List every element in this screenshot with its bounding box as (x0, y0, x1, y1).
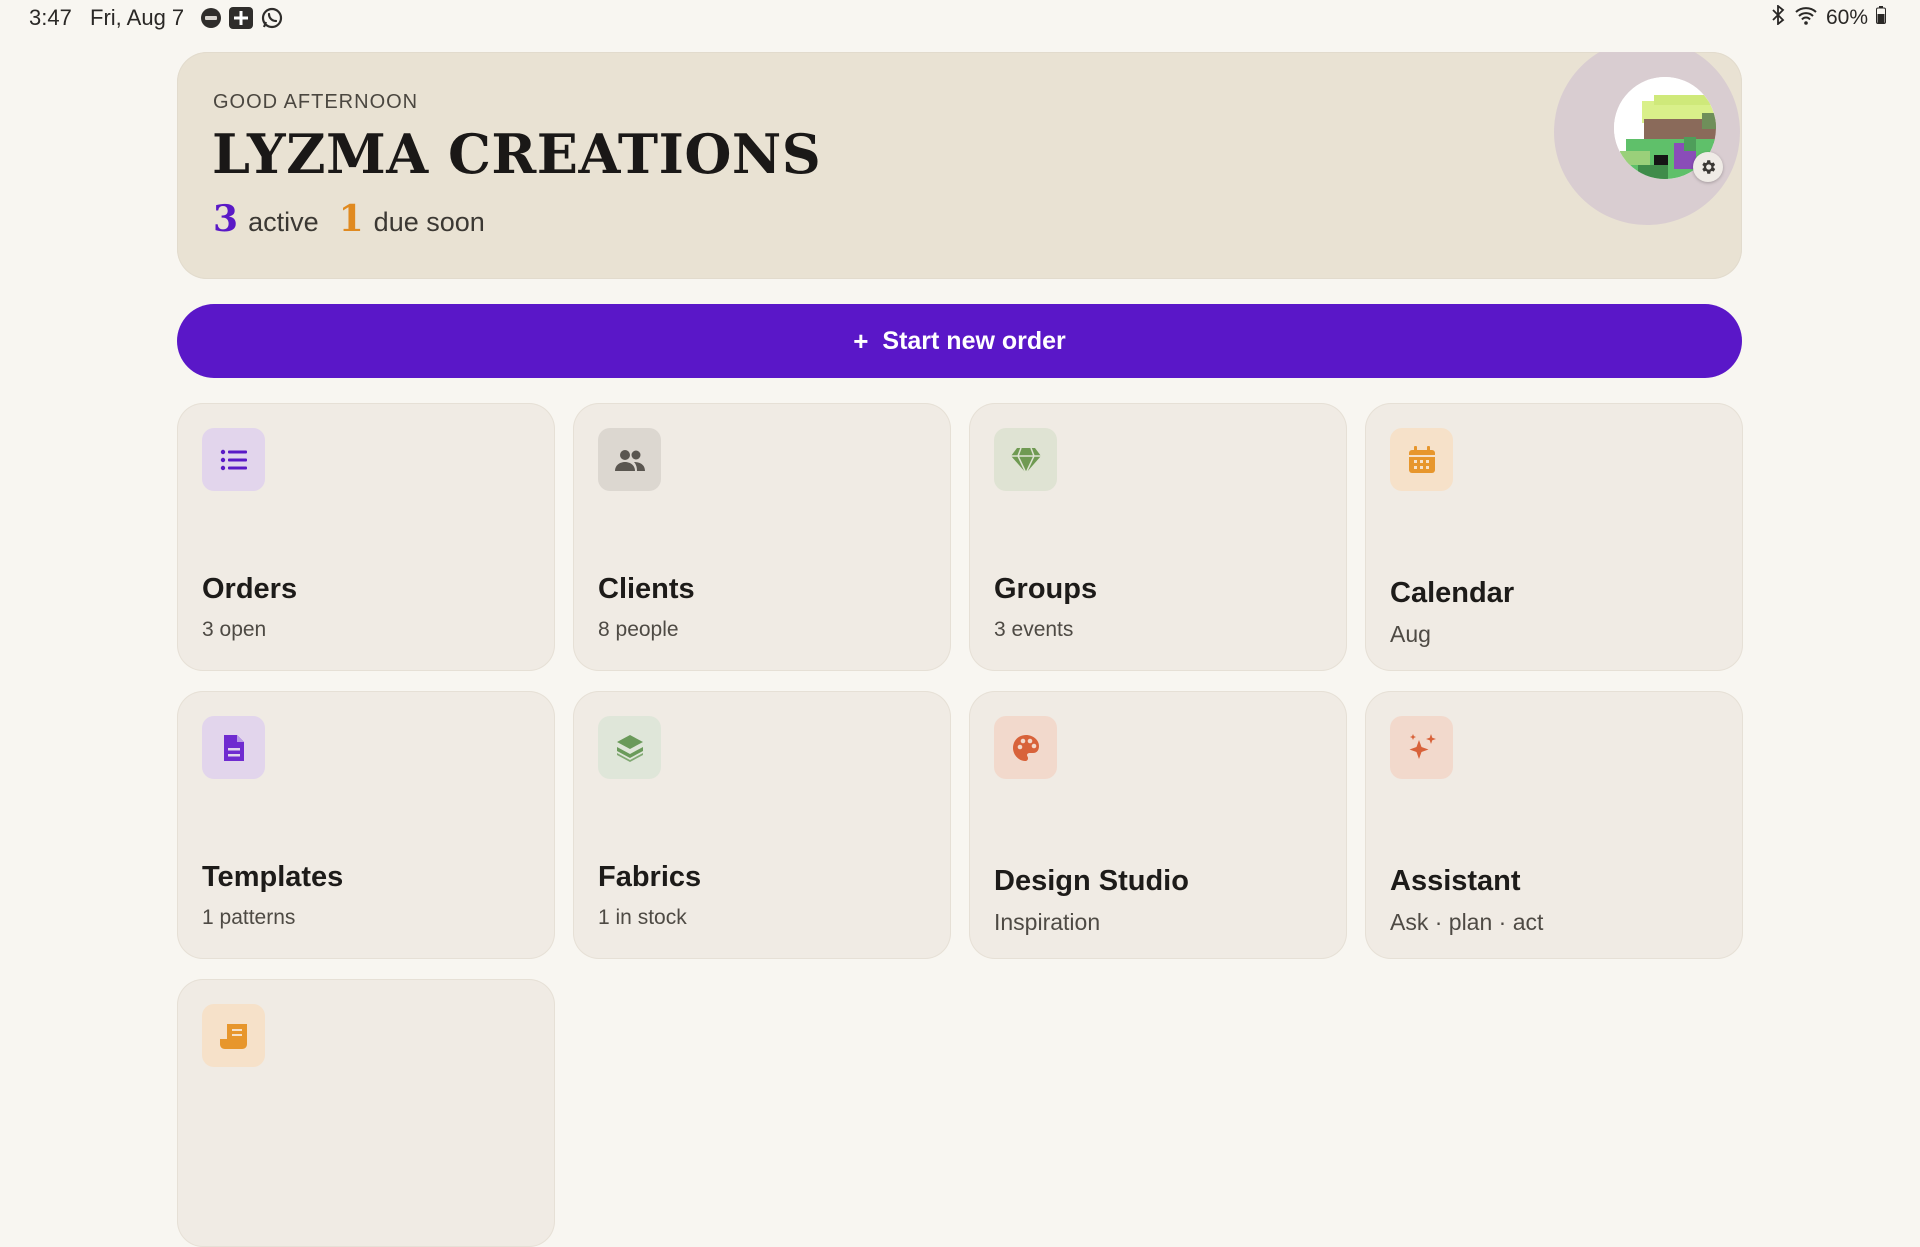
business-name: LYZMA CREATIONS (212, 122, 822, 186)
tile-subtitle: 8 people (598, 618, 679, 641)
wifi-icon (1794, 5, 1818, 31)
tile-subtitle: 3 open (202, 618, 267, 641)
start-new-order-label: Start new order (882, 326, 1066, 355)
tile-title: Orders (202, 573, 298, 605)
status-time: 3:47 (29, 5, 72, 30)
battery-percent: 60% (1825, 6, 1868, 29)
tile-subtitle: 1 in stock (598, 906, 687, 929)
tile-subtitle: Aug (1390, 621, 1431, 647)
tile-calendar[interactable]: Calendar Aug (1365, 403, 1743, 671)
tile-title: Fabrics (598, 861, 702, 893)
people-icon (598, 428, 661, 491)
layers-icon (598, 716, 661, 779)
tile-title: Calendar (1390, 577, 1515, 609)
status-bar: 3:47 Fri, Aug 7 60% (0, 0, 1920, 34)
document-icon (202, 716, 265, 779)
gear-icon (1702, 160, 1716, 174)
tile-title: Templates (202, 861, 344, 893)
greeting: GOOD AFTERNOON (213, 91, 419, 113)
battery-icon (1876, 6, 1886, 30)
news-icon (200, 7, 222, 34)
palette-icon (994, 716, 1057, 779)
tile-subtitle: Ask · plan · act (1390, 909, 1544, 935)
list-icon (202, 428, 265, 491)
tile-orders[interactable]: Orders 3 open (177, 403, 555, 671)
tile-subtitle: 3 events (994, 618, 1074, 641)
system-icons: 60% (1770, 4, 1886, 31)
tile-title: Groups (994, 573, 1098, 605)
header-card: GOOD AFTERNOON LYZMA CREATIONS 3 active … (177, 52, 1742, 279)
diamond-icon (994, 428, 1057, 491)
calendar-icon (1390, 428, 1453, 491)
tile-subtitle: Inspiration (994, 909, 1101, 935)
bluetooth-icon (1770, 4, 1786, 31)
whatsapp-icon (260, 6, 284, 35)
tile-title: Assistant (1390, 865, 1521, 897)
receipt-icon (202, 1004, 265, 1067)
tile-design-studio[interactable]: Design Studio Inspiration (969, 691, 1347, 959)
status-date: Fri, Aug 7 (90, 5, 185, 30)
settings-button[interactable] (1693, 152, 1723, 182)
sparkle-icon (1390, 716, 1453, 779)
tile-subtitle: 1 patterns (202, 906, 296, 929)
order-stats: 3 active 1 due soon (213, 198, 485, 240)
tile-fabrics[interactable]: Fabrics 1 in stock (573, 691, 951, 959)
plus-box-icon (228, 6, 254, 35)
tile-title: Clients (598, 573, 695, 605)
notification-icons (200, 6, 284, 35)
tile-clients[interactable]: Clients 8 people (573, 403, 951, 671)
active-count: 3 (213, 198, 239, 240)
due-label: due soon (373, 207, 485, 237)
tile-title: Design Studio (994, 865, 1189, 897)
tile-assistant[interactable]: Assistant Ask · plan · act (1365, 691, 1743, 959)
plus-icon: + (853, 325, 869, 356)
tile-templates[interactable]: Templates 1 patterns (177, 691, 555, 959)
tile-invoices[interactable] (177, 979, 555, 1247)
tile-groups[interactable]: Groups 3 events (969, 403, 1347, 671)
start-new-order-button[interactable]: + Start new order (177, 304, 1742, 378)
active-label: active (248, 207, 319, 237)
due-count: 1 (338, 198, 364, 240)
